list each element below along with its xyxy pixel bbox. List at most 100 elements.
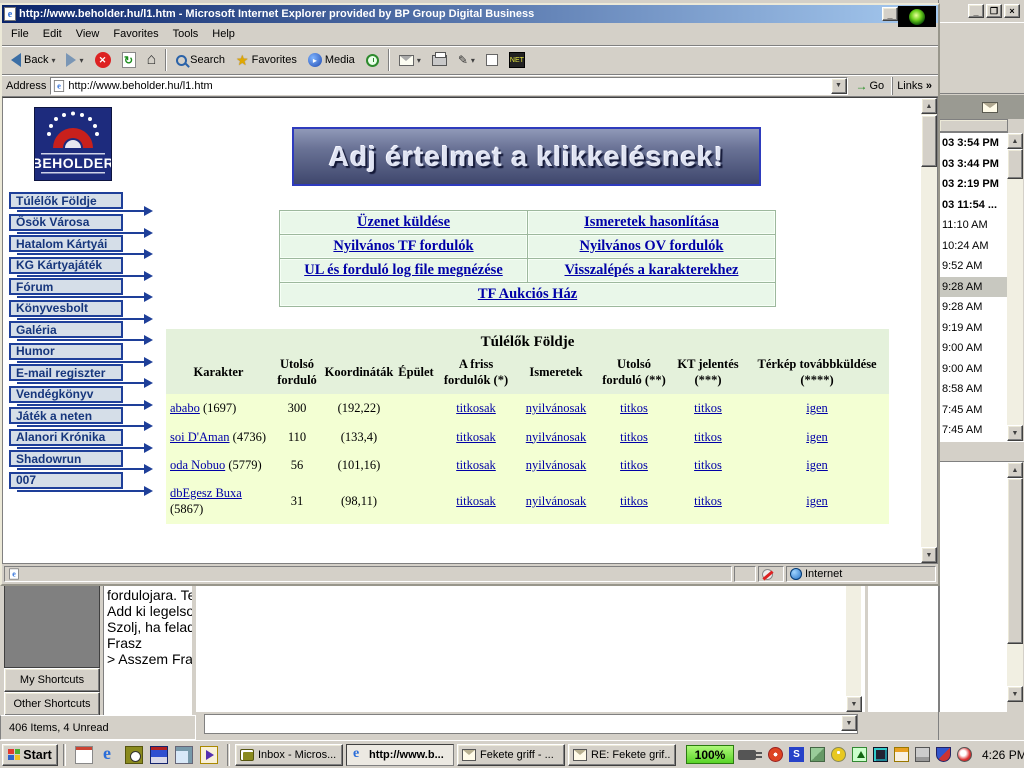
knowledge-link[interactable]: nyilvánosak xyxy=(526,458,586,472)
sidebar-nav-item[interactable]: Játék a neten xyxy=(9,407,123,424)
message-list-scrollbar[interactable]: ▲ ▼ xyxy=(1007,133,1023,441)
message-list-column-header[interactable] xyxy=(939,119,1008,133)
taskbar-clock[interactable]: 4:26 PM xyxy=(980,748,1024,762)
quick-link[interactable]: UL és forduló log file megnézése xyxy=(304,262,503,279)
ie-title-bar[interactable]: e http://www.beholder.hu/l1.htm - Micros… xyxy=(2,5,938,23)
printer-icon[interactable] xyxy=(915,747,930,762)
message-list-item[interactable]: 9:19 AM xyxy=(940,318,1007,339)
shield-icon[interactable] xyxy=(936,747,951,762)
fresh-turns-link[interactable]: titkosak xyxy=(456,494,496,508)
chevron-down-icon[interactable]: ▾ xyxy=(51,56,55,65)
beholder-logo[interactable]: BEHOLDER xyxy=(34,107,112,181)
sidebar-nav-item[interactable]: Túlélők Földje xyxy=(9,192,123,209)
sidebar-nav-item[interactable]: Vendégkönyv xyxy=(9,386,123,403)
message-list-item[interactable]: 9:00 AM xyxy=(940,359,1007,380)
preview-scrollbar[interactable]: ▲ ▼ xyxy=(1007,462,1023,712)
scroll-up-icon[interactable]: ▲ xyxy=(1007,133,1023,149)
media-button[interactable]: ▸ Media xyxy=(303,48,360,73)
message-list-item[interactable]: 9:28 AM xyxy=(940,277,1007,298)
message-list-item[interactable]: 7:45 AM xyxy=(940,420,1007,441)
go-button[interactable]: → Go xyxy=(852,79,889,93)
language-icon[interactable] xyxy=(789,747,804,762)
message-list-item[interactable]: 03 3:44 PM xyxy=(940,154,1007,175)
home-button[interactable]: ⌂ xyxy=(142,48,162,73)
messenger-icon[interactable] xyxy=(831,747,846,762)
upload-icon[interactable] xyxy=(852,747,867,762)
message-list-item[interactable]: 03 2:19 PM xyxy=(940,174,1007,195)
taskbar-task[interactable]: RE: Fekete grif... xyxy=(568,744,676,766)
last-turn-link[interactable]: titkos xyxy=(620,430,648,444)
message-list-item[interactable]: 7:45 AM xyxy=(940,400,1007,421)
window-icon[interactable] xyxy=(894,747,909,762)
search-button[interactable]: Search xyxy=(171,48,230,73)
character-link[interactable]: ababo xyxy=(170,401,200,415)
scroll-down-icon[interactable]: ▼ xyxy=(921,547,937,563)
scrollbar-thumb[interactable] xyxy=(1007,478,1023,644)
map-forward-link[interactable]: igen xyxy=(806,458,828,472)
sync-icon[interactable] xyxy=(810,747,825,762)
minimize-icon[interactable]: _ xyxy=(882,7,898,21)
message-list-item[interactable]: 9:00 AM xyxy=(940,338,1007,359)
desktop-launch-icon[interactable] xyxy=(175,746,193,764)
knowledge-link[interactable]: nyilvánosak xyxy=(526,494,586,508)
journal-launch-icon[interactable] xyxy=(125,746,143,764)
taskbar-task[interactable]: http://www.b... xyxy=(346,744,454,766)
menu-item[interactable]: Favorites xyxy=(106,25,165,43)
minimize-icon[interactable]: _ xyxy=(968,4,984,18)
menu-item[interactable]: Help xyxy=(205,25,242,43)
message-list-item[interactable]: 03 11:54 ... xyxy=(940,195,1007,216)
scroll-down-icon[interactable]: ▼ xyxy=(1007,686,1023,702)
start-button[interactable]: Start xyxy=(2,744,58,766)
favorites-button[interactable]: ★ Favorites xyxy=(231,48,302,73)
quick-link[interactable]: TF Aukciós Ház xyxy=(478,286,577,303)
sidebar-nav-item[interactable]: Shadowrun xyxy=(9,450,123,467)
new-mail-icon[interactable] xyxy=(982,102,998,113)
sidebar-nav-item[interactable]: E-mail regiszter xyxy=(9,364,123,381)
scroll-down-icon[interactable]: ▼ xyxy=(1007,425,1023,441)
message-list-item[interactable]: 10:24 AM xyxy=(940,236,1007,257)
last-turn-link[interactable]: titkos xyxy=(620,494,648,508)
kt-report-link[interactable]: titkos xyxy=(694,430,722,444)
sidebar-nav-item[interactable]: 007 xyxy=(9,472,123,489)
links-bar[interactable]: Links » xyxy=(892,77,936,95)
close-icon[interactable]: × xyxy=(1004,4,1020,18)
sidebar-nav-item[interactable]: Hatalom Kártyái xyxy=(9,235,123,252)
scroll-up-icon[interactable]: ▲ xyxy=(921,98,937,114)
chevron-down-icon[interactable]: ▾ xyxy=(471,56,475,65)
message-list-item[interactable]: 9:28 AM xyxy=(940,297,1007,318)
scroll-down-icon[interactable]: ▼ xyxy=(846,696,862,712)
last-turn-link[interactable]: titkos xyxy=(620,458,648,472)
find-icon[interactable] xyxy=(957,747,972,762)
quick-link[interactable]: Visszalépés a karakterekhez xyxy=(565,262,739,279)
refresh-button[interactable]: ↻ xyxy=(117,48,141,73)
media-launch-icon[interactable] xyxy=(200,746,218,764)
knowledge-link[interactable]: nyilvánosak xyxy=(526,430,586,444)
scrollbar-thumb[interactable] xyxy=(1007,149,1023,179)
message-list-item[interactable]: 11:10 AM xyxy=(940,215,1007,236)
other-shortcuts-button[interactable]: Other Shortcuts xyxy=(4,692,100,716)
kt-report-link[interactable]: titkos xyxy=(694,458,722,472)
messenger-button[interactable]: NET xyxy=(504,48,530,73)
chevron-down-icon[interactable]: ▾ xyxy=(79,56,83,65)
message-list-item[interactable]: 03 3:54 PM xyxy=(940,133,1007,154)
quick-link[interactable]: Üzenet küldése xyxy=(357,214,450,231)
message-list-item[interactable]: 9:52 AM xyxy=(940,256,1007,277)
sidebar-nav-item[interactable]: Alanori Krónika xyxy=(9,429,123,446)
menu-item[interactable]: View xyxy=(69,25,107,43)
chevron-down-icon[interactable]: ▾ xyxy=(417,56,421,65)
stop-button[interactable]: ✕ xyxy=(90,48,116,73)
sidebar-nav-item[interactable]: Humor xyxy=(9,343,123,360)
kt-report-link[interactable]: titkos xyxy=(694,401,722,415)
address-input[interactable]: e http://www.beholder.hu/l1.htm ▼ xyxy=(50,77,847,95)
kt-report-link[interactable]: titkos xyxy=(694,494,722,508)
sidebar-nav-item[interactable]: Könyvesbolt xyxy=(9,300,123,317)
chevron-right-icon[interactable]: » xyxy=(926,80,932,92)
address-dropdown-icon[interactable]: ▼ xyxy=(831,78,847,94)
edit-button[interactable]: ✎▾ xyxy=(453,48,480,73)
fan-icon[interactable] xyxy=(768,747,783,762)
banner-ad[interactable]: Adj értelmet a klikkelésnek! xyxy=(292,127,761,186)
character-link[interactable]: dbEgesz Buxa xyxy=(170,486,242,500)
page-scrollbar[interactable]: ▲ ▼ xyxy=(921,98,937,563)
taskbar-task[interactable]: Fekete griff - ... xyxy=(457,744,565,766)
sidebar-nav-item[interactable]: Ősök Városa xyxy=(9,214,123,231)
